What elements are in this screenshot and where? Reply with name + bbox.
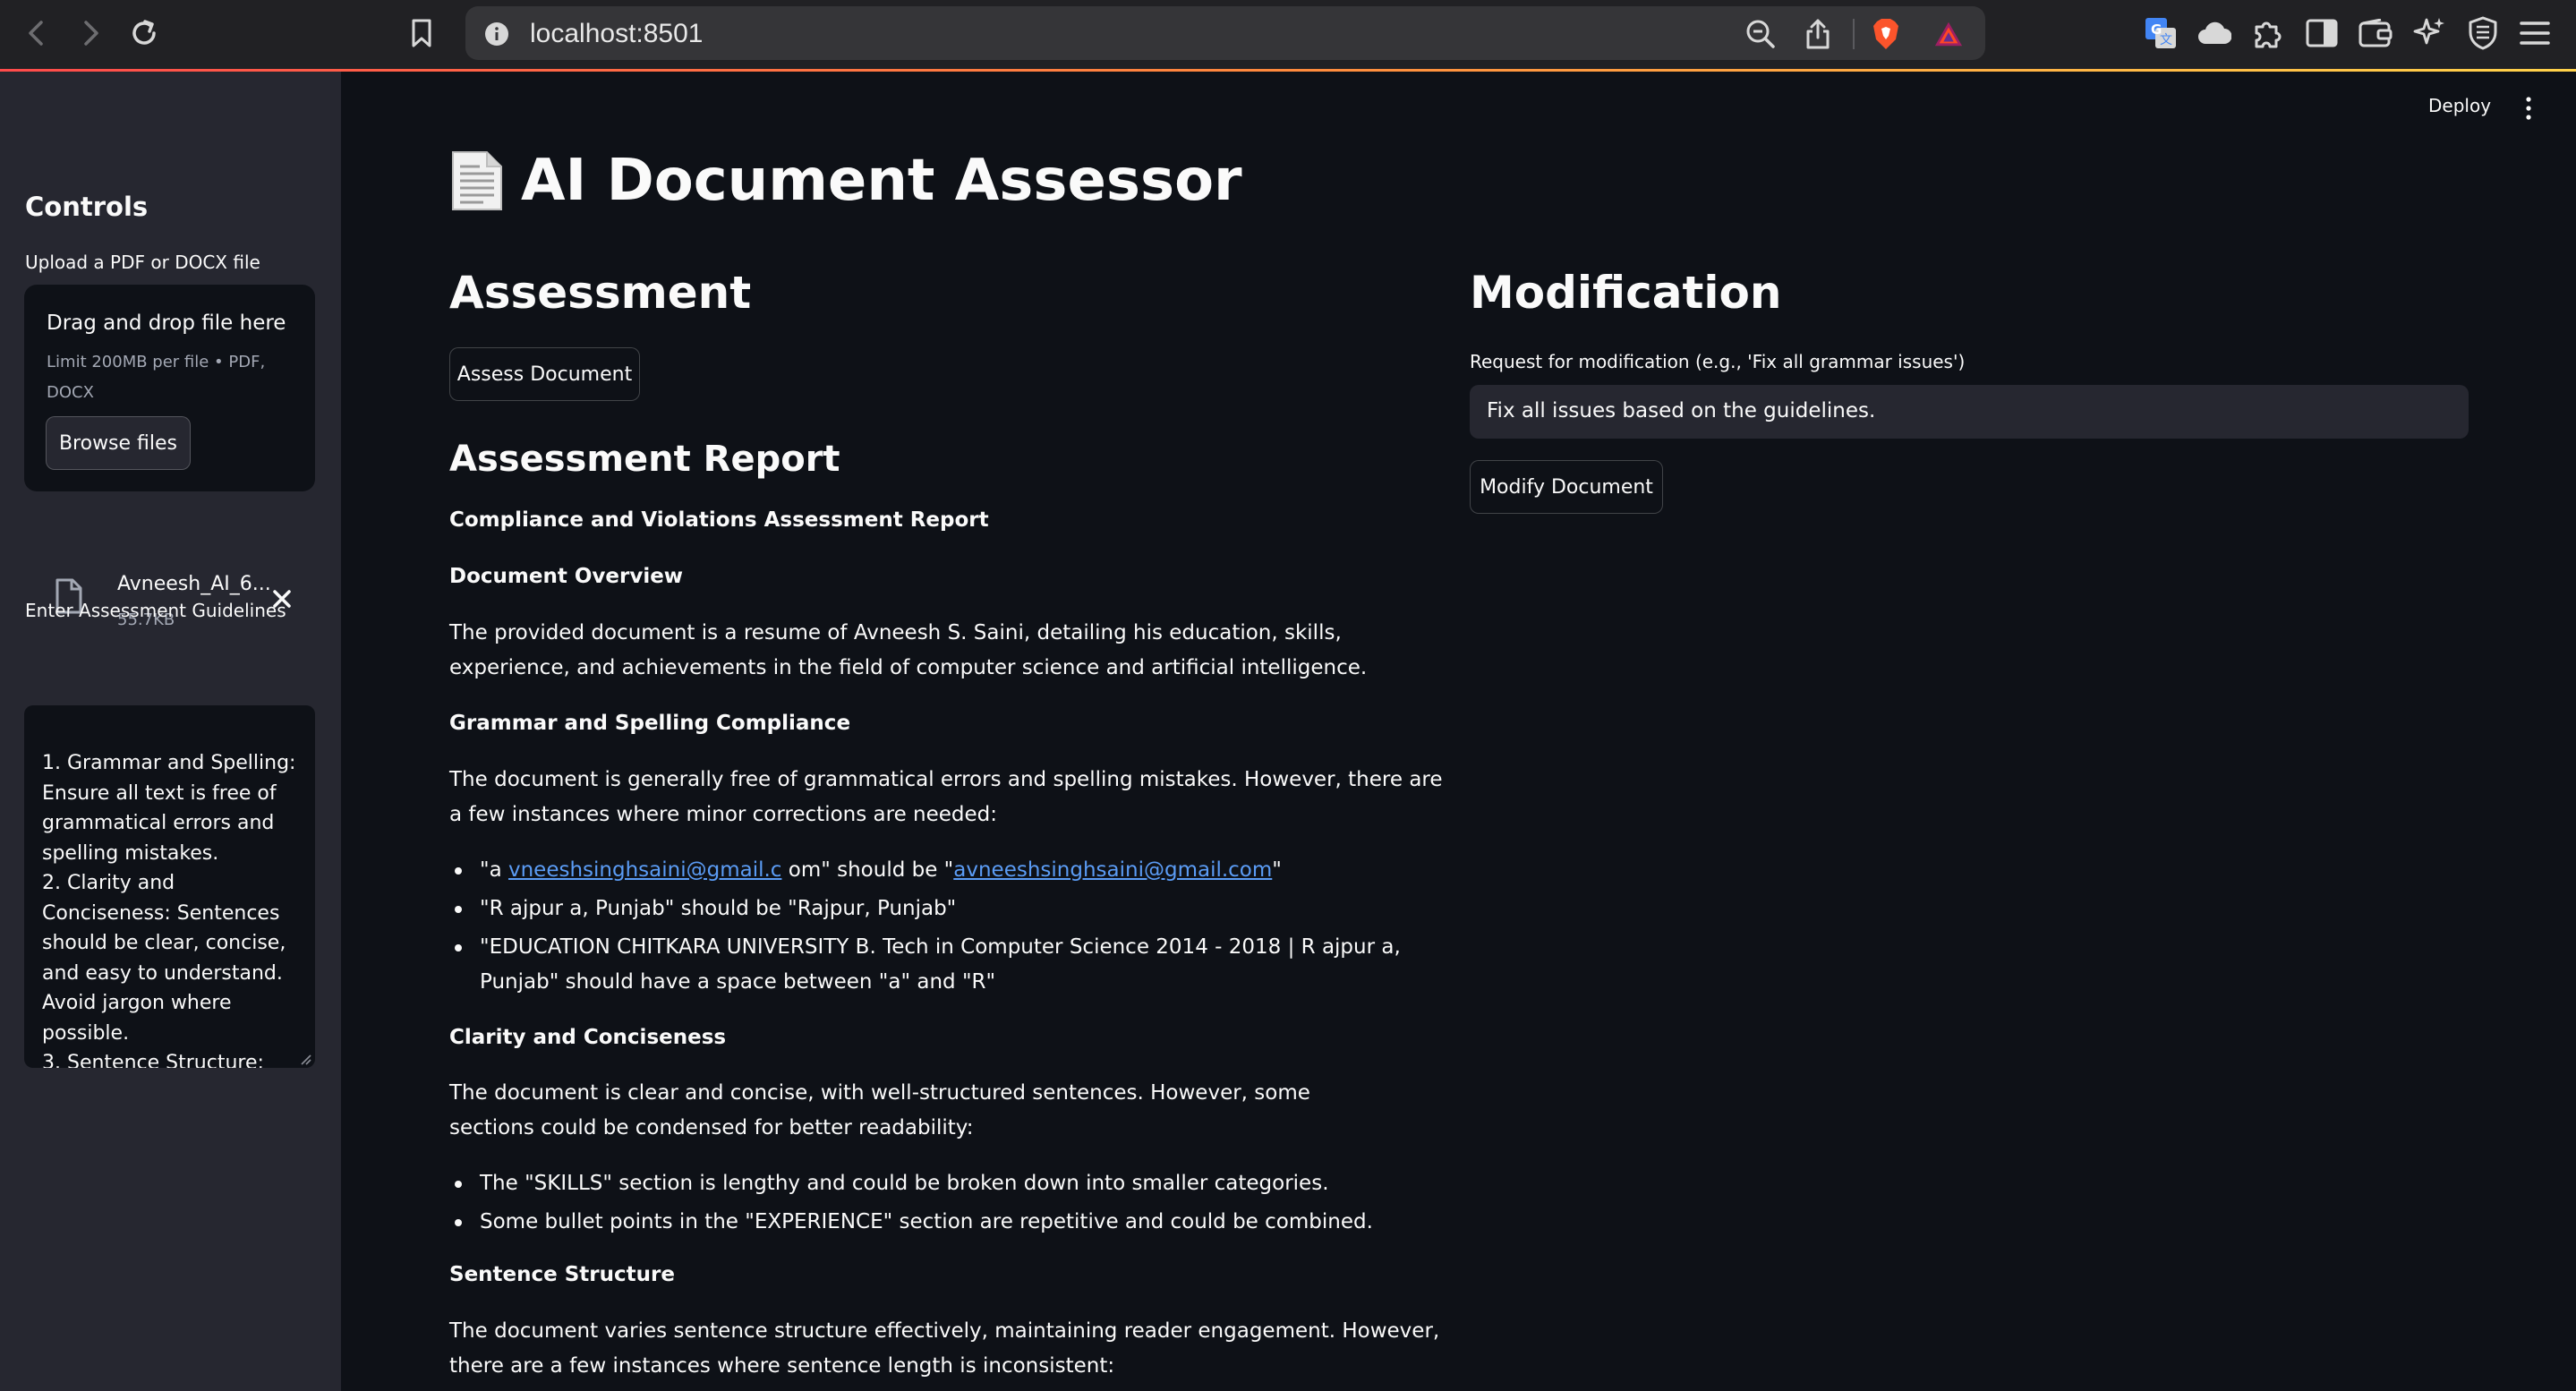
wallet-icon[interactable]	[2358, 15, 2393, 51]
modification-request-input[interactable]: Fix all issues based on the guidelines.	[1470, 385, 2469, 439]
guidelines-text[interactable]: 1. Grammar and Spelling: Ensure all text…	[42, 748, 302, 1068]
document-icon	[449, 150, 505, 211]
modify-document-button[interactable]: Modify Document	[1470, 460, 1663, 514]
upload-label: Upload a PDF or DOCX file	[25, 252, 260, 273]
site-info-icon[interactable]	[482, 19, 512, 49]
grammar-item: "R ajpur a, Punjab" should be "Rajpur, P…	[455, 892, 1443, 926]
grammar-item-text: "a	[480, 858, 508, 882]
bookmark-icon[interactable]	[401, 13, 442, 54]
deploy-button[interactable]: Deploy	[2428, 95, 2491, 116]
reload-icon[interactable]	[124, 13, 165, 54]
structure-heading: Sentence Structure	[449, 1263, 675, 1286]
page-title: AI Document Assessor	[521, 148, 1242, 214]
extensions-icon[interactable]	[2250, 15, 2286, 51]
grammar-item: "a vneeshsinghsaini@gmail.c om" should b…	[455, 853, 1443, 888]
vpn-icon[interactable]	[2465, 15, 2501, 51]
browse-files-button[interactable]: Browse files	[46, 416, 191, 470]
share-icon[interactable]	[1803, 19, 1833, 49]
overview-heading: Document Overview	[449, 565, 684, 588]
address-bar[interactable]: localhost:8501	[465, 6, 1985, 60]
clarity-text: The document is clear and concise, with …	[449, 1081, 1310, 1139]
email-link[interactable]: avneeshsinghsaini@gmail.com	[953, 858, 1272, 882]
sidebar: Controls Upload a PDF or DOCX file Drag …	[0, 72, 341, 1391]
sidebar-toggle-icon[interactable]	[2304, 15, 2340, 51]
overview-text: The provided document is a resume of Avn…	[449, 621, 1368, 679]
grammar-heading: Grammar and Spelling Compliance	[449, 712, 851, 735]
file-dropzone[interactable]: Drag and drop file here Limit 200MB per …	[24, 285, 315, 491]
browser-toolbar: localhost:8501 G文	[0, 0, 2576, 70]
guidelines-textarea[interactable]: 1. Grammar and Spelling: Ensure all text…	[24, 705, 315, 1068]
guidelines-label: Enter Assessment Guidelines	[25, 600, 286, 621]
zoom-icon[interactable]	[1745, 19, 1776, 49]
resize-handle-icon[interactable]	[299, 1052, 311, 1065]
clarity-heading: Clarity and Conciseness	[449, 1026, 727, 1049]
file-name: Avneesh_AI_6...	[117, 573, 271, 595]
svg-text:文: 文	[2160, 33, 2172, 47]
structure-text: The document varies sentence structure e…	[449, 1319, 1440, 1378]
assess-document-button[interactable]: Assess Document	[449, 347, 640, 401]
page-title-row: AI Document Assessor	[449, 148, 1242, 214]
clarity-item: Some bullet points in the "EXPERIENCE" s…	[455, 1205, 1443, 1240]
menu-icon[interactable]	[2517, 15, 2553, 51]
forward-icon[interactable]	[70, 13, 111, 54]
brave-rewards-icon[interactable]	[1933, 19, 1964, 49]
back-icon[interactable]	[16, 13, 57, 54]
dropzone-limit: Limit 200MB per file • PDF, DOCX	[47, 353, 266, 402]
sidebar-title: Controls	[25, 192, 149, 222]
url-text[interactable]: localhost:8501	[530, 19, 703, 49]
dropzone-title: Drag and drop file here	[47, 311, 286, 335]
grammar-text: The document is generally free of gramma…	[449, 768, 1443, 826]
email-link[interactable]: vneeshsinghsaini@gmail.c	[508, 858, 781, 882]
brave-shields-icon[interactable]	[1871, 19, 1901, 49]
modification-heading: Modification	[1470, 267, 1782, 319]
main-menu-icon[interactable]	[2520, 95, 2538, 122]
modification-request-label: Request for modification (e.g., 'Fix all…	[1470, 351, 1966, 372]
report-title: Compliance and Violations Assessment Rep…	[449, 508, 989, 532]
clarity-item: The "SKILLS" section is lengthy and coul…	[455, 1166, 1443, 1201]
assessment-heading: Assessment	[449, 267, 752, 319]
streamlit-header-decoration	[0, 69, 2576, 72]
report-heading: Assessment Report	[449, 439, 840, 480]
grammar-item-text: "	[1272, 858, 1282, 882]
cloud-icon[interactable]	[2196, 15, 2232, 51]
leo-ai-icon[interactable]	[2411, 15, 2447, 51]
grammar-item: "EDUCATION CHITKARA UNIVERSITY B. Tech i…	[455, 930, 1411, 1000]
translate-icon[interactable]: G文	[2143, 15, 2179, 51]
grammar-item-text: om" should be "	[781, 858, 954, 882]
url-divider	[1853, 19, 1855, 49]
